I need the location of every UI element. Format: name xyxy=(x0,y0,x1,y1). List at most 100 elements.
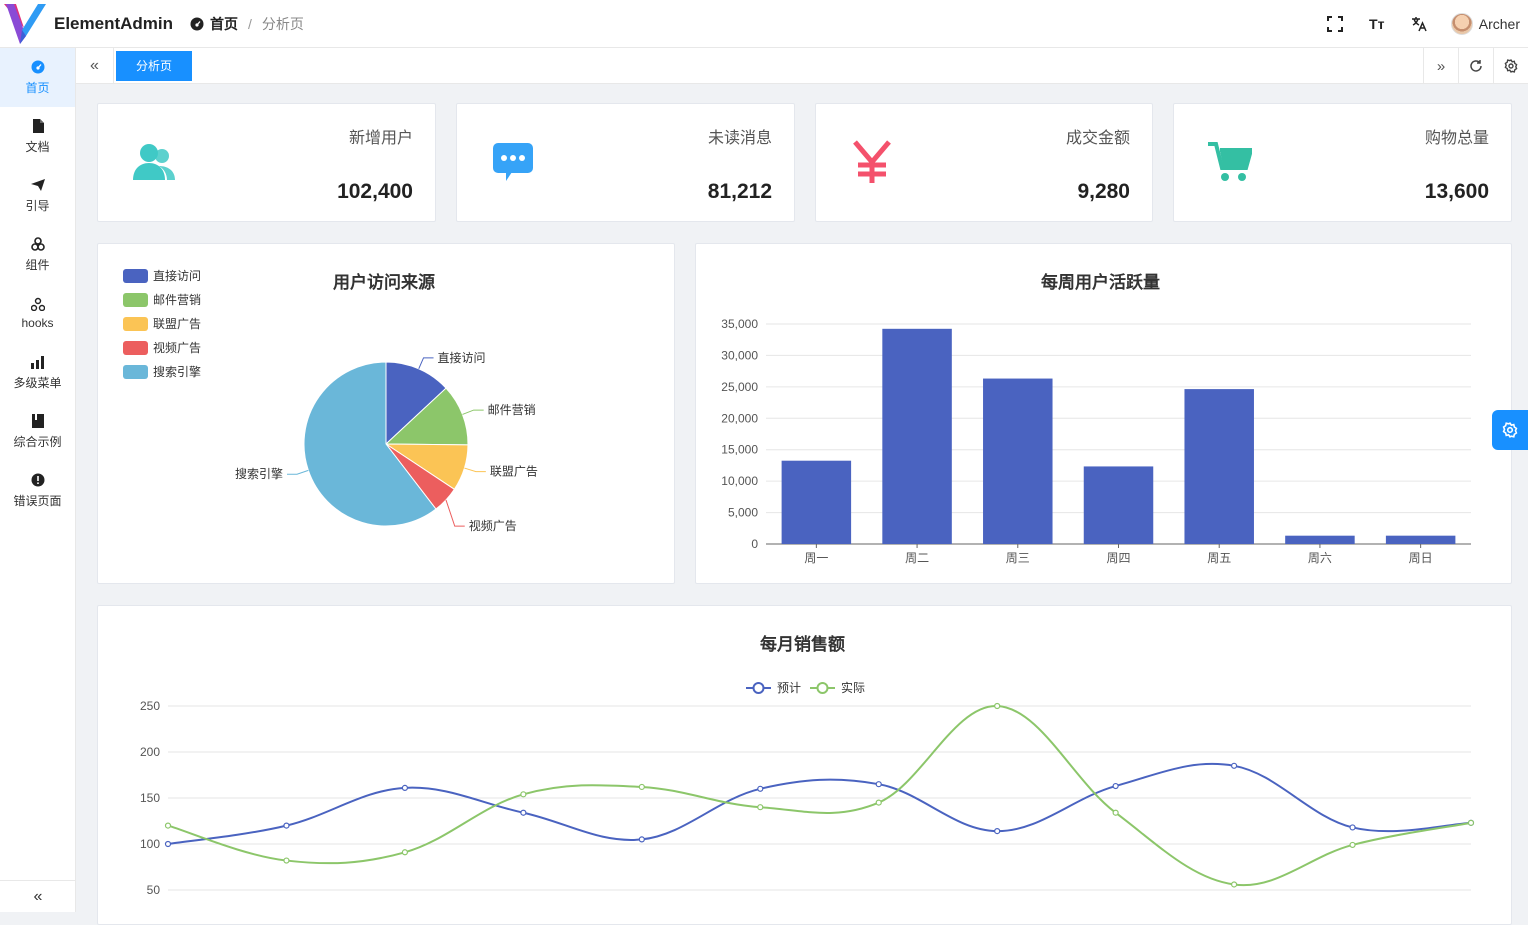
data-point[interactable] xyxy=(520,791,527,798)
sidebar-item-label: hooks xyxy=(21,316,54,330)
cart-icon xyxy=(1208,140,1252,184)
stat-value: 81,212 xyxy=(707,180,772,203)
dashboard-icon xyxy=(190,17,204,30)
legend-label[interactable]: 视频广告 xyxy=(153,340,201,355)
pie-label: 联盟广告 xyxy=(490,465,538,479)
sidebar-item-home[interactable]: 首页 xyxy=(0,48,75,107)
bar-chart-icon xyxy=(30,355,45,369)
data-point[interactable] xyxy=(875,799,882,806)
font-size-icon[interactable]: Tт xyxy=(1367,14,1387,34)
bar[interactable] xyxy=(882,328,952,544)
data-point[interactable] xyxy=(401,849,409,856)
series-line[interactable] xyxy=(167,704,1472,887)
pie-label: 搜索引擎 xyxy=(235,466,283,481)
data-point[interactable] xyxy=(757,804,764,811)
refresh-button[interactable] xyxy=(1458,48,1493,84)
sidebar-collapse-button[interactable]: « xyxy=(0,880,76,912)
data-point[interactable] xyxy=(520,809,527,816)
bar[interactable] xyxy=(781,460,852,544)
data-point[interactable] xyxy=(1112,782,1119,790)
breadcrumb-separator: / xyxy=(248,15,252,32)
data-point[interactable] xyxy=(164,840,172,848)
bar[interactable] xyxy=(1184,389,1254,544)
stat-label: 未读消息 xyxy=(707,130,772,147)
fullscreen-icon[interactable] xyxy=(1325,14,1345,34)
bar[interactable] xyxy=(1083,466,1154,544)
data-point[interactable] xyxy=(1230,762,1238,769)
data-point[interactable] xyxy=(994,702,1001,710)
legend-label[interactable]: 实际 xyxy=(841,680,865,695)
sidebar-item-guide[interactable]: 引导 xyxy=(0,166,75,225)
legend-label[interactable]: 预计 xyxy=(777,681,801,695)
y-tick-label: 50 xyxy=(147,883,161,897)
logo[interactable]: ElementAdmin xyxy=(0,0,180,48)
sidebar-item-error[interactable]: 错误页面 xyxy=(0,461,75,520)
legend-label[interactable]: 搜索引擎 xyxy=(153,364,201,379)
x-tick-label: 周日 xyxy=(1409,551,1433,565)
sidebar-item-docs[interactable]: 文档 xyxy=(0,107,75,166)
data-point[interactable] xyxy=(1230,881,1238,888)
y-tick-label: 10,000 xyxy=(721,474,758,488)
breadcrumb-current[interactable]: 分析页 xyxy=(262,14,304,34)
series-line[interactable] xyxy=(167,762,1472,845)
sidebar-item-multilevel[interactable]: 多级菜单 xyxy=(0,343,75,402)
data-point[interactable] xyxy=(1467,819,1475,826)
floating-settings-button[interactable] xyxy=(1492,410,1528,450)
bar[interactable] xyxy=(983,378,1053,544)
stat-card-transaction-amount: 成交金额 9,280 xyxy=(815,103,1153,222)
y-tick-label: 15,000 xyxy=(721,443,758,457)
x-tick-label: 周五 xyxy=(1207,551,1231,565)
double-chevron-right-icon: » xyxy=(1436,57,1446,75)
breadcrumb-home[interactable]: 首页 xyxy=(190,14,238,34)
legend-swatch[interactable] xyxy=(123,341,148,355)
legend-swatch[interactable] xyxy=(123,365,148,379)
data-point[interactable] xyxy=(875,781,882,788)
sidebar-item-hooks[interactable]: hooks xyxy=(0,284,75,343)
pie-label: 视频广告 xyxy=(469,518,517,533)
sidebar-item-components[interactable]: 组件 xyxy=(0,225,75,284)
data-point[interactable] xyxy=(1349,841,1356,849)
bar[interactable] xyxy=(1285,535,1355,544)
user-menu[interactable]: Archer xyxy=(1450,13,1520,35)
data-point[interactable] xyxy=(757,785,764,792)
y-tick-label: 35,000 xyxy=(721,317,758,331)
data-point[interactable] xyxy=(1349,824,1356,831)
tab-analysis[interactable]: 分析页 xyxy=(116,50,192,81)
y-tick-label: 250 xyxy=(140,699,160,713)
data-point[interactable] xyxy=(401,784,409,791)
legend-label[interactable]: 联盟广告 xyxy=(153,317,201,331)
sidebar-item-examples[interactable]: 综合示例 xyxy=(0,402,75,461)
stat-label: 新增用户 xyxy=(348,130,413,147)
data-point[interactable] xyxy=(164,822,172,829)
legend-swatch[interactable] xyxy=(123,293,148,307)
translate-icon[interactable] xyxy=(1409,14,1429,34)
data-point[interactable] xyxy=(638,836,645,843)
data-point[interactable] xyxy=(283,857,290,864)
tab-settings-button[interactable] xyxy=(1493,48,1528,84)
data-point[interactable] xyxy=(638,783,645,791)
sidebar-item-label: 多级菜单 xyxy=(13,375,62,390)
legend-label[interactable]: 邮件营销 xyxy=(153,293,201,307)
legend-marker[interactable] xyxy=(752,682,765,694)
pie-leader-line xyxy=(462,409,484,415)
data-point[interactable] xyxy=(283,822,290,829)
x-tick-label: 周一 xyxy=(804,551,828,565)
bar[interactable] xyxy=(1385,535,1456,544)
data-point[interactable] xyxy=(1112,809,1119,816)
legend-label[interactable]: 直接访问 xyxy=(153,268,201,283)
legend-marker[interactable] xyxy=(816,682,829,694)
tab-scroll-left-button[interactable]: « xyxy=(76,47,114,84)
tab-scroll-right-button[interactable]: » xyxy=(1423,48,1458,84)
tab-actions: » xyxy=(1423,48,1528,84)
data-point[interactable] xyxy=(994,828,1001,835)
sidebar-item-label: 组件 xyxy=(25,257,50,272)
line-chart: 50 100 150 200 250 预计 实际 xyxy=(140,680,1475,897)
legend-swatch[interactable] xyxy=(123,317,148,331)
x-tick-label: 周三 xyxy=(1006,551,1030,565)
sidebar-item-label: 错误页面 xyxy=(13,493,62,508)
x-tick-label: 周二 xyxy=(905,551,929,565)
y-tick-label: 200 xyxy=(140,745,160,759)
legend-swatch[interactable] xyxy=(123,269,148,283)
sidebar-item-label: 综合示例 xyxy=(13,434,62,449)
avatar xyxy=(1450,13,1473,35)
